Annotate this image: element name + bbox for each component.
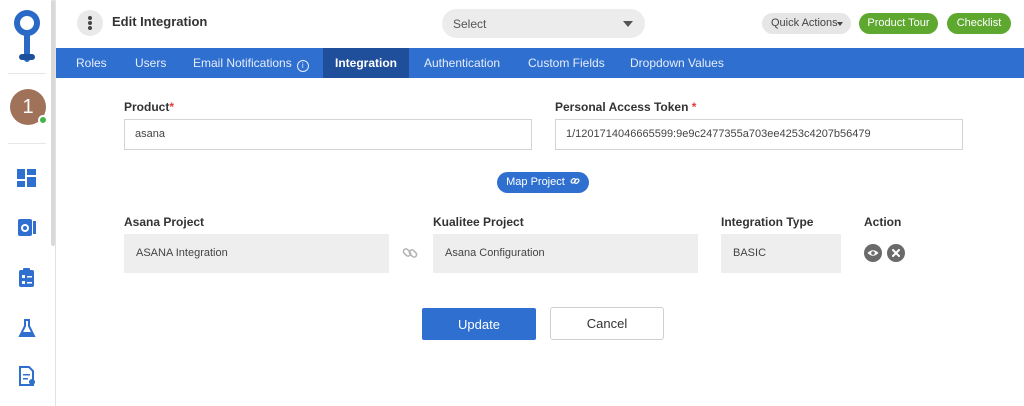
product-input[interactable]: asana bbox=[124, 119, 532, 150]
flask-icon[interactable] bbox=[16, 317, 38, 339]
token-label-text: Personal Access Token bbox=[555, 100, 689, 114]
asana-project-value: ASANA Integration bbox=[124, 234, 389, 273]
top-bar: Edit Integration Select Quick Actions Pr… bbox=[56, 0, 1024, 48]
more-menu-button[interactable] bbox=[77, 10, 103, 36]
kualitee-project-value: Asana Configuration bbox=[433, 234, 698, 273]
product-label-text: Product bbox=[124, 100, 170, 114]
quick-actions-dropdown[interactable]: Quick Actions bbox=[762, 13, 851, 34]
action-header: Action bbox=[864, 215, 902, 229]
cancel-button[interactable]: Cancel bbox=[550, 307, 664, 340]
tab-label: Email Notifications bbox=[193, 56, 292, 70]
caret-down-icon bbox=[623, 21, 633, 27]
dot bbox=[88, 21, 92, 25]
sidebar-divider bbox=[8, 143, 46, 144]
caret-down-icon bbox=[837, 22, 843, 26]
token-label: Personal Access Token * bbox=[555, 100, 696, 114]
map-project-button[interactable]: Map Project bbox=[497, 172, 589, 193]
tab-roles[interactable]: Roles bbox=[76, 48, 107, 78]
product-tour-button[interactable]: Product Tour bbox=[859, 13, 938, 34]
sidebar: 1 bbox=[0, 0, 56, 406]
update-button[interactable]: Update bbox=[422, 308, 536, 340]
remove-button[interactable] bbox=[887, 244, 905, 262]
tab-dropdown-values[interactable]: Dropdown Values bbox=[630, 48, 724, 78]
tab-users[interactable]: Users bbox=[135, 48, 166, 78]
view-button[interactable] bbox=[864, 244, 882, 262]
link-icon bbox=[570, 177, 580, 185]
map-project-label: Map Project bbox=[506, 176, 565, 188]
tab-integration[interactable]: Integration bbox=[323, 48, 409, 78]
asana-project-header: Asana Project bbox=[124, 215, 205, 229]
close-icon bbox=[892, 249, 900, 257]
sidebar-divider bbox=[8, 73, 46, 74]
settings-tabs: Roles Users Email Notifications i Integra… bbox=[56, 48, 1024, 78]
tab-email-notifications[interactable]: Email Notifications i bbox=[193, 48, 309, 78]
project-settings-icon[interactable] bbox=[16, 216, 38, 238]
dot bbox=[88, 16, 92, 20]
dot bbox=[88, 26, 92, 30]
eye-icon bbox=[867, 250, 879, 256]
link-icon bbox=[402, 248, 418, 258]
online-status-dot bbox=[38, 115, 48, 125]
required-mark: * bbox=[169, 100, 175, 114]
kualitee-project-header: Kualitee Project bbox=[433, 215, 524, 229]
quick-actions-label: Quick Actions bbox=[771, 17, 838, 29]
select-placeholder: Select bbox=[453, 17, 487, 31]
dashboard-icon[interactable] bbox=[16, 167, 38, 189]
required-mark: * bbox=[691, 100, 697, 114]
info-icon[interactable]: i bbox=[296, 60, 309, 72]
integration-type-value: BASIC bbox=[721, 234, 841, 273]
product-label: Product* bbox=[124, 100, 174, 114]
project-select[interactable]: Select bbox=[442, 9, 645, 38]
tab-custom-fields[interactable]: Custom Fields bbox=[528, 48, 605, 78]
logo-icon[interactable] bbox=[12, 8, 42, 66]
checklist-button[interactable]: Checklist bbox=[947, 13, 1011, 34]
sidebar-scrollbar[interactable] bbox=[51, 0, 55, 246]
reports-icon[interactable] bbox=[16, 365, 38, 387]
test-cases-icon[interactable] bbox=[16, 267, 38, 289]
page-title: Edit Integration bbox=[112, 14, 208, 29]
tab-authentication[interactable]: Authentication bbox=[424, 48, 500, 78]
integration-type-header: Integration Type bbox=[721, 215, 814, 229]
access-token-input[interactable]: 1/1201714046665599:9e9c2477355a703ee4253… bbox=[555, 119, 963, 150]
